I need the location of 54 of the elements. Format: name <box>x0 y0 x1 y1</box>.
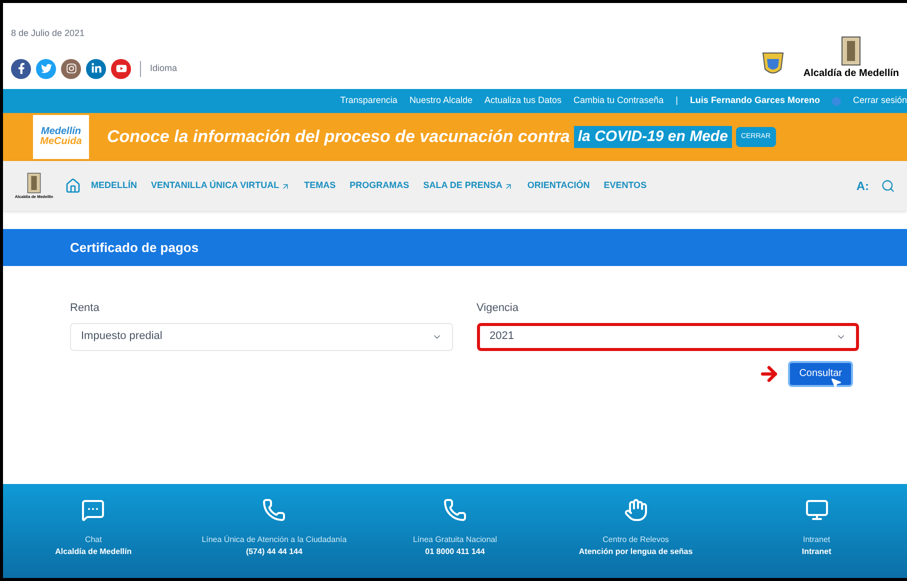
footer-title: Línea Gratuita Nacional <box>412 534 498 546</box>
page-title: Certificado de pagos <box>70 238 199 257</box>
select-field[interactable]: Impuesto predial <box>70 322 452 350</box>
top-bar-link[interactable]: Actualiza tus Datos <box>484 94 562 108</box>
youtube-icon[interactable] <box>111 58 131 78</box>
campaign-logo: Medellín MeCuida <box>33 115 89 159</box>
footer-detail: 01 8000 411 144 <box>425 546 485 558</box>
twitter-icon[interactable] <box>36 58 56 78</box>
nav-link[interactable]: EVENTOS <box>604 179 647 193</box>
language-link[interactable]: Idioma <box>150 62 178 76</box>
field-label: Renta <box>70 301 100 316</box>
logo-caption: Alcaldía de Medellín <box>803 67 899 81</box>
statue-emblem-icon <box>841 36 862 66</box>
field-label: Vigencia <box>476 301 520 316</box>
search-icon[interactable] <box>881 179 895 193</box>
consultar-button[interactable]: Consultar <box>788 360 853 386</box>
nav-link[interactable]: MEDELLÍN <box>91 179 137 193</box>
top-bar-link[interactable]: Nuestro Alcalde <box>409 94 472 108</box>
nav-link[interactable]: ORIENTACIÓN <box>527 179 590 193</box>
date-text: 8 de Julio de 2021 <box>11 27 86 40</box>
footer-detail: Intranet <box>802 546 832 558</box>
phone-icon[interactable] <box>262 498 286 522</box>
footer-title: Línea Única de Atención a la Ciudadanía <box>202 534 347 546</box>
banner-text: Conoce la información del proceso de vacunación contra <box>107 126 570 148</box>
logout-link[interactable]: Cerrar sesión <box>852 94 907 108</box>
statue-emblem-icon <box>27 172 41 194</box>
select-field[interactable]: 2021 <box>476 322 859 350</box>
instagram-icon[interactable] <box>61 58 81 78</box>
phone-icon[interactable] <box>442 498 467 522</box>
footer-title: Intranet <box>803 534 830 546</box>
external-link-icon <box>504 182 514 190</box>
footer-title: Centro de Relevos <box>602 534 669 546</box>
top-bar-link[interactable]: Transparencia <box>340 94 398 108</box>
facebook-icon[interactable] <box>11 58 31 78</box>
linkedin-icon[interactable] <box>86 58 106 78</box>
footer-detail: (574) 44 44 144 <box>246 546 302 558</box>
nav-link[interactable]: SALA DE PRENSA <box>423 179 514 193</box>
font-size-button[interactable]: A: <box>856 177 869 195</box>
hands-icon[interactable] <box>624 498 648 522</box>
home-icon[interactable] <box>65 178 81 194</box>
separator-text: | <box>676 94 678 108</box>
footer-detail: Atención por lengua de señas <box>578 546 693 558</box>
nav-link[interactable]: TEMAS <box>304 179 336 193</box>
monitor-icon[interactable] <box>804 498 829 522</box>
cursor-icon <box>830 376 842 388</box>
footer-detail: Alcaldía de Medellín <box>55 546 132 558</box>
top-bar-link[interactable]: Cambia tu Contraseña <box>574 94 664 108</box>
nav-link[interactable]: PROGRAMAS <box>350 179 410 193</box>
banner-highlight: la COVID-19 en Mede <box>574 126 732 148</box>
user-name: Luis Fernando Garces Moreno <box>690 94 820 108</box>
footer-title: Chat <box>84 534 102 546</box>
external-link-icon <box>281 182 290 190</box>
chat-icon[interactable] <box>81 498 106 522</box>
nav-link[interactable]: VENTANILLA ÚNICA VIRTUAL <box>151 179 290 193</box>
